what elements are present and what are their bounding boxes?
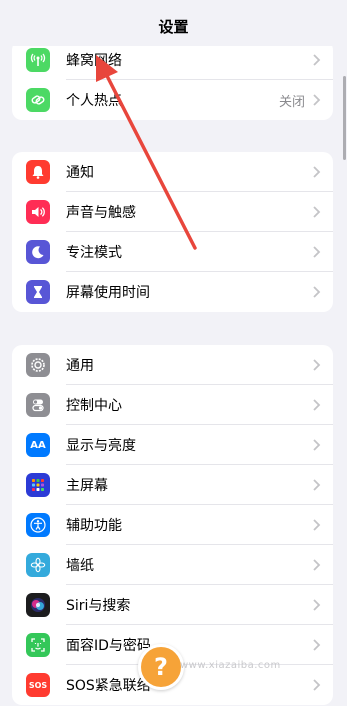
chevron-right-icon [313,166,321,178]
chevron-right-icon [313,359,321,371]
settings-row-label: Siri与搜索 [66,598,131,614]
settings-row-label: 蜂窝网络 [66,53,122,69]
chevron-right-icon [313,519,321,531]
wallpaper-flower-icon [26,553,50,577]
network-group: 蜂窝网络 个人热点 关闭 [12,40,333,120]
chevron-right-icon [313,94,321,106]
settings-row-label: 面容ID与密码 [66,638,151,654]
settings-row-focus[interactable]: 专注模式 [12,232,333,272]
settings-row-label: 控制中心 [66,398,122,414]
gear-icon [26,353,50,377]
siri-orb-icon [26,593,50,617]
toggle-switches-icon [26,393,50,417]
hourglass-icon [26,280,50,304]
settings-row-hotspot[interactable]: 个人热点 关闭 [12,80,333,120]
settings-row-label: 墙纸 [66,558,94,574]
page-title: 设置 [158,17,189,36]
settings-row-label: 显示与亮度 [66,438,136,454]
settings-row-label: 通用 [66,358,94,374]
chevron-right-icon [313,599,321,611]
speaker-icon [26,200,50,224]
notifications-group: 通知 声音与触感 专注模式 屏幕使用时间 [12,152,333,312]
cellular-antenna-icon [26,48,50,72]
navigation-bar: 设置 [0,0,347,46]
settings-row-cellular[interactable]: 蜂窝网络 [12,40,333,80]
settings-row-label: 个人热点 [66,93,122,109]
chevron-right-icon [313,54,321,66]
settings-row-label: SOS紧急联络 [66,678,151,694]
settings-content: 蜂窝网络 个人热点 关闭 通知 声音与触感 专注模式 屏幕使用时间 通用 控制中… [0,0,347,706]
accessibility-person-icon [26,513,50,537]
moon-icon [26,240,50,264]
text-size-aa-glyph: AA [30,439,46,451]
settings-row-label: 声音与触感 [66,205,136,221]
face-id-icon [26,633,50,657]
settings-row-siri[interactable]: Siri与搜索 [12,585,333,625]
settings-row-general[interactable]: 通用 [12,345,333,385]
settings-row-wallpaper[interactable]: 墙纸 [12,545,333,585]
watermark: www.xiazaiba.com [180,660,281,671]
settings-row-home-screen[interactable]: 主屏幕 [12,465,333,505]
settings-row-display[interactable]: AA 显示与亮度 [12,425,333,465]
settings-row-accessibility[interactable]: 辅助功能 [12,505,333,545]
home-screen-grid-icon [26,473,50,497]
settings-row-label: 辅助功能 [66,518,122,534]
chevron-right-icon [313,679,321,691]
settings-row-label: 专注模式 [66,245,122,261]
settings-row-screen-time[interactable]: 屏幕使用时间 [12,272,333,312]
settings-row-control-center[interactable]: 控制中心 [12,385,333,425]
notification-bell-icon [26,160,50,184]
settings-row-notifications[interactable]: 通知 [12,152,333,192]
hotspot-status-value: 关闭 [278,94,305,110]
chevron-right-icon [313,479,321,491]
scrollbar[interactable] [343,76,346,160]
text-size-aa-icon: AA [26,433,50,457]
settings-row-label: 主屏幕 [66,478,108,494]
chevron-right-icon [313,206,321,218]
sos-glyph: SOS [28,680,48,690]
chevron-right-icon [313,559,321,571]
settings-row-sounds[interactable]: 声音与触感 [12,192,333,232]
personal-hotspot-chain-icon [26,88,50,112]
chevron-right-icon [313,286,321,298]
settings-row-label: 通知 [66,165,94,181]
help-symbol: ? [154,653,168,681]
help-question-icon[interactable]: ? [138,644,184,690]
sos-icon: SOS [26,673,50,697]
settings-row-label: 屏幕使用时间 [66,285,150,301]
chevron-right-icon [313,399,321,411]
chevron-right-icon [313,439,321,451]
chevron-right-icon [313,246,321,258]
chevron-right-icon [313,639,321,651]
